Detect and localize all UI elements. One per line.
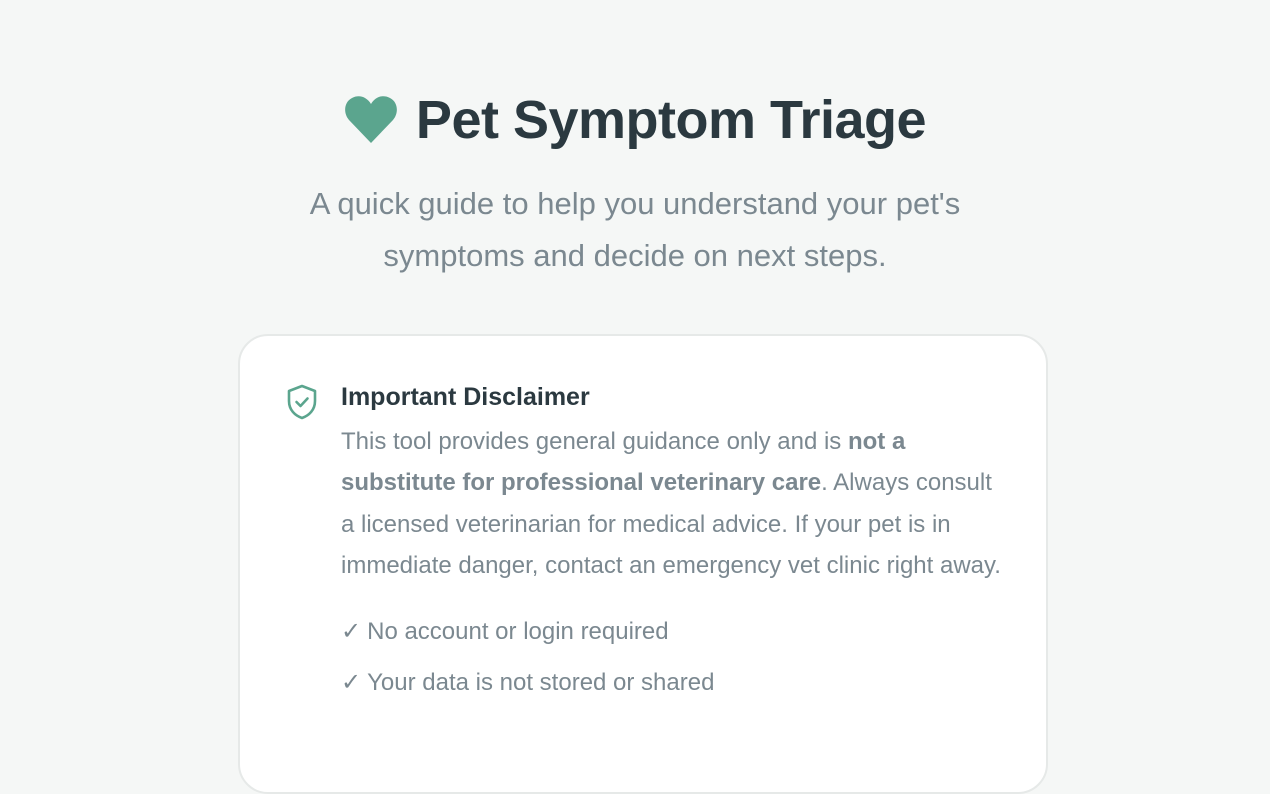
disclaimer-text: This tool provides general guidance only… — [341, 421, 1001, 586]
disclaimer-content: Important Disclaimer This tool provides … — [341, 382, 1001, 708]
feature-list: ✓ No account or login required ✓ Your data… — [341, 606, 1001, 708]
page-title: Pet Symptom Triage — [415, 90, 927, 150]
page-subtitle: A quick guide to help you understand you… — [309, 186, 961, 273]
feature-item: ✓ Your data is not stored or shared — [341, 657, 1001, 708]
feature-label: No account or login required — [367, 618, 669, 646]
feature-item: ✓ No account or login required — [341, 606, 1001, 657]
disclaimer-text-intro: This tool provides general guidance only… — [341, 428, 848, 455]
title-row: Pet Symptom Triage — [0, 88, 1270, 152]
feature-label: Your data is not stored or shared — [367, 669, 715, 697]
disclaimer-card: Important Disclaimer This tool provides … — [238, 334, 1048, 794]
checkmark-icon: ✓ — [341, 618, 362, 646]
heart-icon — [345, 96, 397, 143]
disclaimer-title: Important Disclaimer — [341, 383, 590, 411]
checkmark-icon: ✓ — [341, 669, 362, 697]
shield-check-icon — [287, 384, 317, 420]
page-header: Pet Symptom Triage A quick guide to help… — [0, 88, 1270, 282]
